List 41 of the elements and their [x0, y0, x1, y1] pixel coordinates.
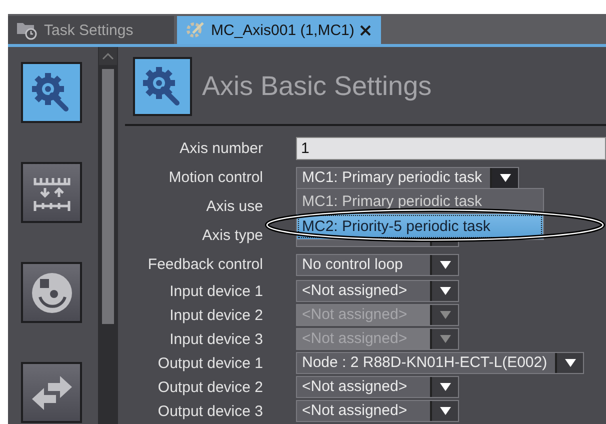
field-label: Motion control — [168, 169, 263, 186]
dropdown[interactable]: MC1: Primary periodic task — [296, 166, 520, 188]
chevron-up-icon[interactable] — [102, 52, 114, 60]
sidebar-button[interactable] — [21, 362, 82, 423]
dropdown[interactable]: <Not assigned> — [296, 280, 459, 302]
caret-icon — [440, 287, 450, 295]
sidebar-button[interactable] — [21, 62, 82, 123]
caret-icon — [440, 383, 450, 391]
tab[interactable]: MC_Axis001 (1,MC1) — [177, 16, 382, 44]
scroll-thumb[interactable] — [102, 69, 114, 324]
dropdown[interactable]: <Not assigned> — [296, 376, 459, 398]
caret-icon — [440, 407, 450, 415]
caret-icon — [564, 359, 576, 367]
caret-icon — [440, 260, 450, 268]
dropdown[interactable]: Node : 2 R88D-KN01H-ECT-L(E002) — [296, 352, 584, 374]
caret-icon — [440, 335, 450, 343]
scrollbar[interactable] — [98, 47, 118, 424]
field-label: Feedback control — [146, 256, 263, 273]
field-label: Axis number — [178, 140, 263, 157]
tab[interactable]: Task Settings — [8, 16, 174, 44]
field-label: Input device 1 — [168, 282, 263, 300]
caret-icon — [500, 174, 511, 182]
dropdown-option[interactable]: MC1: Primary periodic task — [297, 189, 543, 214]
field-label: Axis type — [201, 227, 263, 244]
field-label: Axis use — [205, 198, 263, 215]
axis-number-field[interactable]: 1 — [296, 137, 606, 160]
field-label: Output device 1 — [156, 354, 263, 372]
sidebar-button[interactable] — [21, 162, 82, 223]
field-label: Output device 2 — [156, 378, 263, 396]
caret-icon — [440, 311, 450, 319]
section-title: Axis Basic Settings — [202, 71, 432, 102]
circle-rotation-icon — [30, 270, 74, 314]
close-icon[interactable] — [360, 24, 372, 36]
dropdown[interactable]: No control loop — [296, 254, 459, 276]
gear-pencil-icon — [185, 20, 205, 40]
field-label: Output device 3 — [156, 402, 263, 420]
folder-clock-icon — [16, 20, 38, 40]
sidebar-button[interactable] — [21, 262, 82, 323]
field-label: Input device 3 — [168, 330, 263, 348]
field-label: Input device 2 — [168, 306, 263, 324]
dropdown[interactable]: <Not assigned> — [296, 400, 459, 422]
